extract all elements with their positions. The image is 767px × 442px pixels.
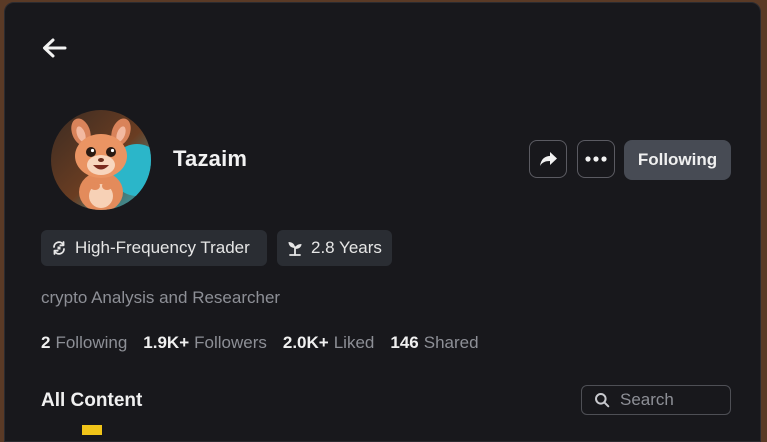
stat-label: Following [55,333,128,352]
experience-badge: 2.8 Years [277,230,392,266]
more-dots-icon [585,156,607,162]
avatar[interactable] [51,110,151,210]
stat-value: 2 [41,333,51,352]
trader-type-badge: High-Frequency Trader [41,230,267,266]
share-button[interactable] [529,140,567,178]
username: Tazaim [173,146,248,171]
sync-icon [51,240,67,256]
arrow-left-icon [43,38,67,58]
search-icon [595,393,610,408]
section-title-all-content: All Content [41,390,143,411]
stat-liked: 2.0K+ Liked [283,333,374,353]
profile-panel: Tazaim Following High-Frequency Trader 2… [4,2,761,442]
content-item-thumbnail[interactable] [82,425,102,435]
stat-value: 1.9K+ [143,333,190,352]
stat-value: 2.0K+ [282,333,329,352]
profile-bio: crypto Analysis and Researcher [41,288,281,307]
experience-label: 2.8 Years [311,238,382,257]
back-button[interactable] [39,33,69,63]
more-options-button[interactable] [577,140,615,178]
share-icon [540,152,557,166]
content-search-box[interactable] [581,385,731,415]
trader-type-label: High-Frequency Trader [75,238,250,257]
stat-label: Liked [333,333,375,352]
stat-value: 146 [390,333,419,352]
stat-label: Shared [423,333,479,352]
sprout-icon [287,240,303,256]
profile-stats: 2 Following 1.9K+ Followers 2.0K+ Liked … [41,333,495,353]
following-button[interactable]: Following [624,140,731,180]
stat-shared: 146 Shared [390,333,478,353]
search-input[interactable] [620,390,720,410]
stat-followers[interactable]: 1.9K+ Followers [143,333,267,353]
stat-following[interactable]: 2 Following [41,333,127,353]
stat-label: Followers [194,333,267,352]
squirrel-avatar [71,118,151,210]
